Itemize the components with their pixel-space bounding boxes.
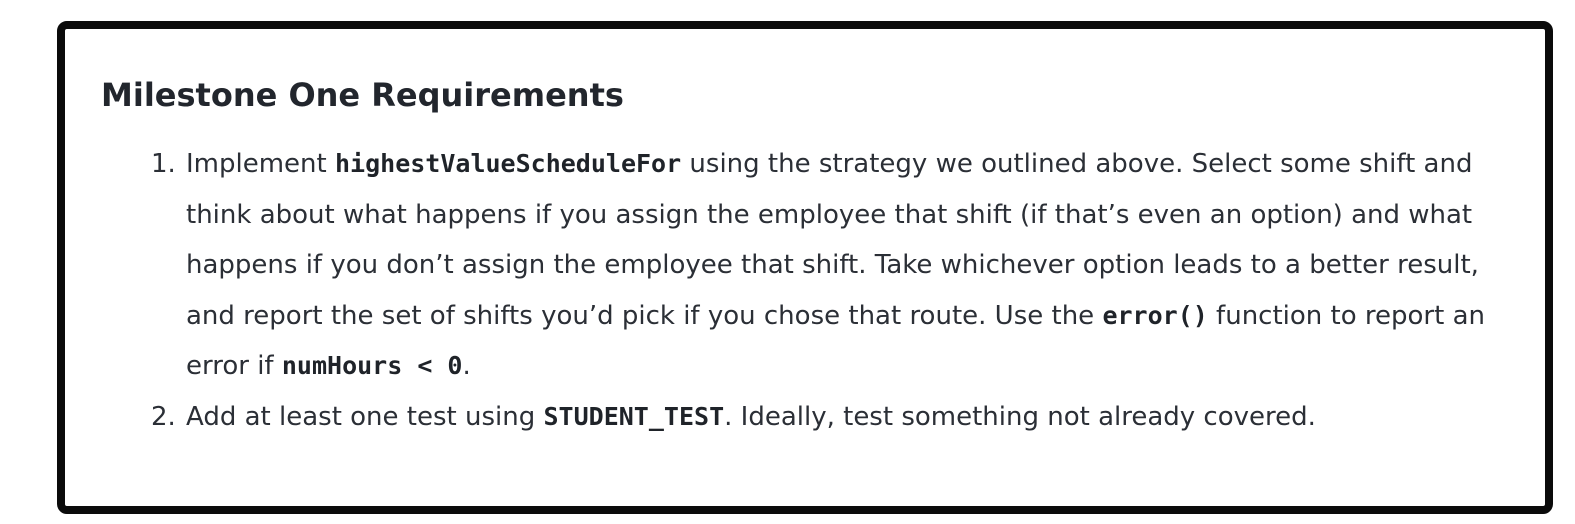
condition-code: numHours < 0 (281, 351, 463, 380)
list-item-number: 2. (151, 401, 176, 432)
requirement-text: Add at least one test using (186, 401, 544, 432)
test-macro-code: STUDENT_TEST (543, 401, 725, 431)
list-item-requirement-2: 2. Add at least one test using STUDENT_TE… (65, 392, 1525, 443)
requirement-text: . Ideally, test something not already co… (724, 401, 1316, 432)
function-name-code: highestValueScheduleFor (334, 149, 682, 178)
list-item-requirement-1: 1. Implement highestValueScheduleFor usin… (65, 139, 1525, 392)
requirements-panel: Milestone One Requirements 1. Implement h… (57, 21, 1553, 514)
requirements-list: 1. Implement highestValueScheduleFor usin… (65, 139, 1525, 442)
requirement-text: Implement (186, 149, 335, 179)
section-title: Milestone One Requirements (101, 76, 624, 114)
error-function-code: error() (1102, 300, 1208, 330)
requirement-text: . (462, 351, 471, 381)
list-item-number: 1. (151, 149, 176, 179)
